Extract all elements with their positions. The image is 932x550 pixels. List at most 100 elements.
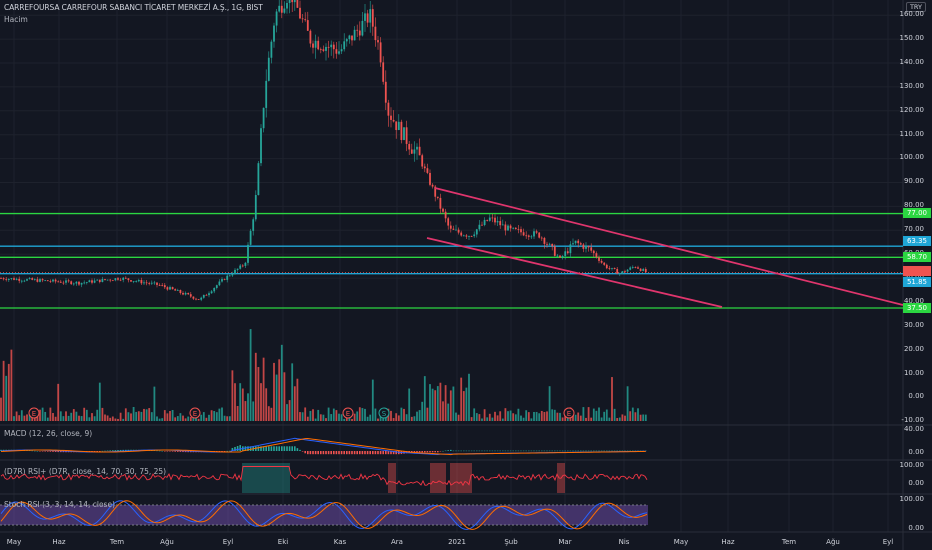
- volume-bar: [603, 411, 606, 421]
- candle-body: [460, 232, 463, 236]
- volume-bar: [169, 411, 171, 421]
- macd-hist-bar: [307, 451, 309, 455]
- macd-hist-bar: [421, 451, 423, 453]
- candle-body: [592, 250, 595, 254]
- volume-bar: [618, 417, 621, 421]
- macd-hist-bar: [556, 450, 559, 452]
- level-tag-green-2: 58.70: [903, 252, 931, 262]
- volume-bar: [106, 415, 109, 421]
- candle-body: [236, 268, 239, 270]
- macd-hist-bar: [608, 450, 611, 452]
- candle-body: [257, 163, 260, 196]
- macd-legend[interactable]: MACD (12, 26, close, 9): [4, 429, 92, 438]
- volume-bar: [26, 414, 28, 421]
- macd-hist-bar: [47, 451, 49, 452]
- candle-body: [616, 269, 619, 274]
- candle-body: [158, 284, 161, 286]
- volume-bar: [418, 410, 421, 421]
- candle-body: [234, 269, 236, 275]
- price-axis-label: 120.00: [899, 105, 925, 114]
- volume-bar: [283, 372, 286, 421]
- macd-hist-bar: [574, 450, 577, 452]
- candle-body: [13, 278, 15, 280]
- volume-bar: [538, 413, 541, 421]
- candle-body: [517, 229, 520, 230]
- volume-bar: [244, 401, 247, 421]
- candle-body: [130, 280, 132, 282]
- volume-bar: [374, 408, 377, 421]
- candle-body: [330, 44, 333, 48]
- candle-body: [161, 285, 164, 286]
- rsi-oversold-zone: [388, 463, 396, 493]
- macd-hist-bar: [164, 451, 166, 452]
- candle-body: [481, 224, 483, 226]
- candle-body: [312, 43, 314, 48]
- level-tag-green-3: 37.50: [903, 303, 931, 313]
- macd-hist-bar: [582, 450, 585, 452]
- volume-bar: [2, 360, 5, 421]
- macd-hist-bar: [533, 450, 535, 452]
- rsi-oversold-zone: [440, 463, 446, 493]
- volume-bar: [10, 349, 13, 421]
- volume-bar: [306, 416, 309, 421]
- volume-bar: [163, 410, 166, 421]
- candle-body: [119, 279, 122, 281]
- macd-hist-bar: [494, 450, 496, 452]
- candle-body: [200, 297, 203, 300]
- macd-hist-bar: [101, 450, 104, 452]
- candle-body: [455, 229, 457, 231]
- candle-body: [340, 49, 343, 52]
- macd-hist-bar: [356, 451, 358, 455]
- volume-bar: [408, 388, 411, 421]
- volume-bar: [403, 408, 405, 421]
- candle-body: [556, 255, 559, 257]
- volume-bar: [546, 411, 548, 421]
- candle-body: [33, 279, 36, 281]
- macd-hist-bar: [286, 446, 288, 451]
- volume-bar: [7, 363, 10, 421]
- macd-hist-bar: [593, 450, 595, 452]
- candle-body: [293, 0, 296, 3]
- macd-hist-bar: [418, 451, 421, 453]
- candle-body: [283, 8, 286, 13]
- volume-bar: [221, 407, 223, 421]
- time-axis-label: Eyl: [222, 538, 234, 546]
- macd-hist-bar: [507, 450, 509, 452]
- macd-axis-zero: 0.00: [908, 448, 924, 456]
- volume-bar: [296, 378, 299, 421]
- candle-body: [15, 278, 18, 280]
- candle-body: [132, 281, 135, 283]
- macd-hist-bar: [442, 450, 444, 452]
- candle-body: [267, 57, 270, 81]
- macd-hist-bar: [606, 450, 608, 452]
- macd-hist-bar: [483, 450, 486, 452]
- volume-bar: [587, 407, 590, 421]
- candle-body: [117, 278, 119, 280]
- volume-bar: [473, 408, 476, 421]
- candle-body: [462, 235, 465, 237]
- candle-body: [288, 0, 291, 3]
- macd-hist-bar: [572, 450, 574, 452]
- macd-hist-bar: [179, 451, 182, 452]
- macd-hist-bar: [470, 450, 473, 452]
- volume-bar: [577, 412, 580, 421]
- volume-bar: [122, 418, 125, 421]
- candle-body: [582, 244, 585, 249]
- rsi-axis-top: 100.00: [899, 461, 925, 469]
- candle-body: [314, 40, 317, 48]
- volume-bar: [23, 415, 26, 421]
- candle-body: [624, 271, 626, 273]
- volume-bar: [434, 390, 437, 421]
- candle-body: [189, 294, 192, 297]
- volume-bar: [223, 415, 226, 421]
- candle-body: [496, 221, 499, 223]
- stoch-rsi-legend[interactable]: Stoch RSI (3, 3, 14, 14, close): [4, 500, 115, 509]
- volume-bar: [309, 410, 312, 421]
- volume-bar: [553, 409, 556, 421]
- volume-bar: [330, 414, 333, 421]
- event-marker-label: S: [382, 410, 387, 418]
- volume-bar: [624, 415, 626, 421]
- candle-body: [494, 217, 496, 223]
- candle-body: [369, 9, 372, 23]
- rsi-legend[interactable]: (D7R) RSI+ (D7R, close, 14, 70, 30, 75, …: [4, 467, 166, 476]
